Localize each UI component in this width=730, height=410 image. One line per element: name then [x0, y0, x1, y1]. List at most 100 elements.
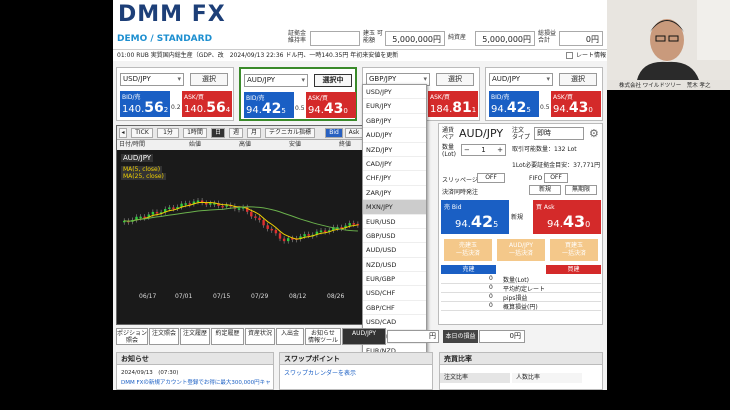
tab-day[interactable]: 日 — [211, 128, 225, 138]
dropdown-option[interactable]: CAD/JPY — [363, 157, 426, 172]
close-all-sell-button[interactable]: 売建玉 一括決済 — [444, 239, 492, 261]
ask-button[interactable]: ASK/買 140.564 — [182, 91, 232, 117]
dropdown-option[interactable]: GBP/JPY — [363, 114, 426, 129]
rate-panel-2[interactable]: AUD/JPY 選択中 BID/売94.425 0.5 ASK/買94.430 — [239, 67, 357, 121]
candle — [196, 200, 200, 203]
bid-button[interactable]: BID/売 94.425 — [244, 92, 294, 118]
close-all-buy-button[interactable]: 買建玉 一括決済 — [550, 239, 598, 261]
chart-toolbar: ◂ TICK 1分 1時間 日 週 月 テクニカル指標 Bid Ask — [117, 126, 365, 140]
tab-bottom-4[interactable]: 資産状況 — [245, 328, 275, 345]
candle — [323, 230, 327, 233]
candle — [319, 230, 323, 233]
buy-ask-button[interactable]: 買 Ask 94.430 — [533, 200, 601, 234]
candle — [155, 211, 159, 214]
dropdown-option[interactable]: NZD/USD — [363, 258, 426, 273]
notice-section: お知らせ 2024/09/13 (07:30) DMM FXの新規アカウント登録… — [116, 352, 274, 390]
position-row: 0 pips損益 — [441, 293, 601, 302]
selected-button[interactable]: 選択中 — [314, 74, 352, 87]
close-all-pair-button[interactable]: AUD/JPY 一括決済 — [497, 239, 545, 261]
dropdown-option[interactable]: USD/JPY — [363, 85, 426, 100]
dropdown-option[interactable]: EUR/JPY — [363, 99, 426, 114]
no-expiry-button[interactable]: 無期限 — [565, 185, 597, 195]
ask-toggle[interactable]: Ask — [345, 128, 363, 138]
dropdown-option[interactable]: EUR/USD — [363, 215, 426, 229]
ask-button[interactable]: ASK/買 94.430 — [306, 92, 356, 118]
net-assets-label: 純資産 — [448, 34, 467, 41]
dropdown-option[interactable]: AUD/JPY — [363, 128, 426, 143]
candle — [209, 203, 212, 205]
rate-info-checkbox[interactable] — [566, 52, 573, 59]
candle — [254, 216, 257, 218]
tab-bottom-2[interactable]: 注文履歴 — [180, 328, 210, 345]
candle — [139, 216, 142, 219]
logo: DMM FX — [118, 2, 226, 27]
notice-link[interactable]: DMM FXの新規アカウント登録でお得に最大300,000円キャ — [117, 376, 273, 388]
order-ratio-tab[interactable]: 注文比率 — [440, 373, 510, 383]
ask-button[interactable]: ASK/買 94.430 — [551, 91, 601, 117]
candle — [270, 228, 273, 231]
sell-bid-button[interactable]: 売 Bid 94.425 — [441, 200, 509, 234]
total-pl-value: 0円 — [559, 31, 603, 46]
fifo-toggle[interactable]: OFF — [544, 173, 568, 183]
tab-month[interactable]: 月 — [247, 128, 261, 138]
gear-icon[interactable]: ⚙ — [589, 127, 599, 140]
pair-select[interactable]: AUD/JPY — [489, 73, 553, 86]
candle — [168, 207, 171, 209]
tab-bottom-3[interactable]: 約定履歴 — [211, 328, 244, 345]
tab-tick[interactable]: TICK — [131, 128, 153, 138]
pair-select[interactable]: AUD/JPY — [244, 74, 308, 87]
dropdown-option[interactable]: NZD/JPY — [363, 143, 426, 157]
date-axis: 06/17 07/01 07/15 07/29 08/12 08/26 — [139, 293, 345, 300]
dropdown-option[interactable]: GBP/USD — [363, 229, 426, 244]
fx-app: DMM FX DEMO / STANDARD 証拠金 維持率 建玉 可能額 5,… — [113, 0, 607, 390]
ratio-title: 売買比率 — [440, 353, 602, 365]
news-ticker[interactable]: 01:00 RUB 実質国内総生産（GDP、改 2024/09/13 22:36… — [113, 49, 607, 61]
tab-bottom-6[interactable]: お知らせ 情報ツール — [305, 328, 341, 345]
dropdown-option[interactable]: USD/CHF — [363, 286, 426, 301]
presenter-name: 株式会社 ワイルドツリー 荒木 孝之 — [619, 83, 711, 89]
quantity-stepper[interactable]: −1 + — [461, 144, 506, 156]
position-row: 0 平均約定レート — [441, 284, 601, 293]
position-row: 0 数量(Lot) — [441, 275, 601, 284]
candlestick-chart[interactable] — [117, 152, 365, 292]
tab-1hour[interactable]: 1時間 — [183, 128, 207, 138]
candle — [274, 229, 278, 234]
notice-date: 2024/09/13 (07:30) — [121, 370, 179, 376]
dropdown-option[interactable]: MXN/JPY — [363, 200, 426, 215]
tab-bottom-5[interactable]: 入出金 — [276, 328, 304, 345]
pair-select[interactable]: USD/JPY — [120, 73, 184, 86]
rate-panel-1[interactable]: USD/JPY 選択 BID/売140.562 0.2 ASK/買140.564 — [116, 67, 234, 121]
tab-week[interactable]: 週 — [229, 128, 243, 138]
buy-position-header: 買建 — [546, 265, 601, 274]
dropdown-option[interactable]: ZAR/JPY — [363, 186, 426, 201]
tab-bottom-1[interactable]: 注文照会 — [149, 328, 179, 345]
tab-bottom-7[interactable]: AUD/JPY — [342, 328, 386, 345]
candle — [184, 203, 187, 205]
people-ratio-tab[interactable]: 人数比率 — [512, 373, 582, 383]
bid-button[interactable]: BID/売 94.425 — [489, 91, 539, 117]
tech-indicator-select[interactable]: テクニカル指標 — [265, 128, 315, 138]
select-button[interactable]: 選択 — [559, 73, 597, 86]
pl-unit: 円 — [387, 330, 439, 343]
tab-1min[interactable]: 1分 — [157, 128, 179, 138]
dropdown-option[interactable]: GBP/CHF — [363, 301, 426, 316]
new-expiry-button[interactable]: 新規 — [529, 185, 561, 195]
chart-panel[interactable]: ◂ TICK 1分 1時間 日 週 月 テクニカル指標 Bid Ask 日付/時… — [116, 125, 366, 325]
dropdown-option[interactable]: AUD/USD — [363, 243, 426, 258]
dropdown-option[interactable]: EUR/GBP — [363, 272, 426, 287]
tab-bottom-0[interactable]: ポジション 照会 — [116, 328, 148, 345]
candle — [151, 211, 155, 215]
dropdown-option[interactable]: CHF/JPY — [363, 171, 426, 186]
expand-icon[interactable]: ◂ — [119, 128, 127, 138]
candle — [348, 223, 351, 226]
slippage-toggle[interactable]: OFF — [477, 173, 505, 183]
select-button[interactable]: 選択 — [436, 73, 474, 86]
bid-toggle[interactable]: Bid — [325, 128, 343, 138]
ask-button[interactable]: ASK/買 184.811 — [428, 91, 478, 117]
bid-button[interactable]: BID/売 140.562 — [120, 91, 170, 117]
select-button[interactable]: 選択 — [190, 73, 228, 86]
rate-panel-4[interactable]: AUD/JPY 選択 BID/売94.425 0.5 ASK/買94.430 — [485, 67, 603, 121]
order-type-select[interactable]: 即時 — [534, 127, 584, 140]
swap-calendar-link[interactable]: スワップカレンダーを表示 — [280, 365, 432, 380]
margin-ratio-value — [310, 31, 360, 46]
